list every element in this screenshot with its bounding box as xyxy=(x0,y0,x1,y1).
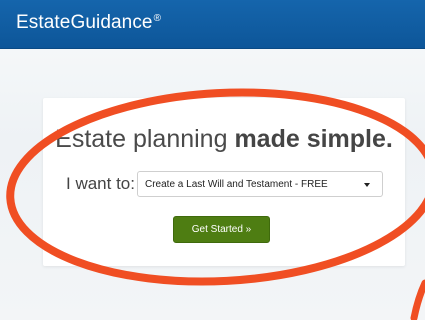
document-type-select[interactable]: Create a Last Will and Testament - FREE xyxy=(137,171,383,197)
want-to-label: I want to: xyxy=(66,174,135,193)
selected-document-type: Create a Last Will and Testament - FREE xyxy=(145,179,328,190)
brand-name: EstateGuidance xyxy=(16,12,153,33)
get-started-button[interactable]: Get Started » xyxy=(173,216,270,243)
annotation-stroke-mark xyxy=(410,279,425,320)
top-nav-bar: EstateGuidance® xyxy=(0,0,425,49)
hero-headline: Estate planning made simple. xyxy=(0,125,425,154)
headline-regular-text: Estate planning xyxy=(55,125,235,153)
headline-bold-text: made simple. xyxy=(234,125,393,153)
brand-logo[interactable]: EstateGuidance® xyxy=(16,12,161,34)
chevron-down-icon xyxy=(364,183,370,187)
registered-mark: ® xyxy=(153,13,162,24)
